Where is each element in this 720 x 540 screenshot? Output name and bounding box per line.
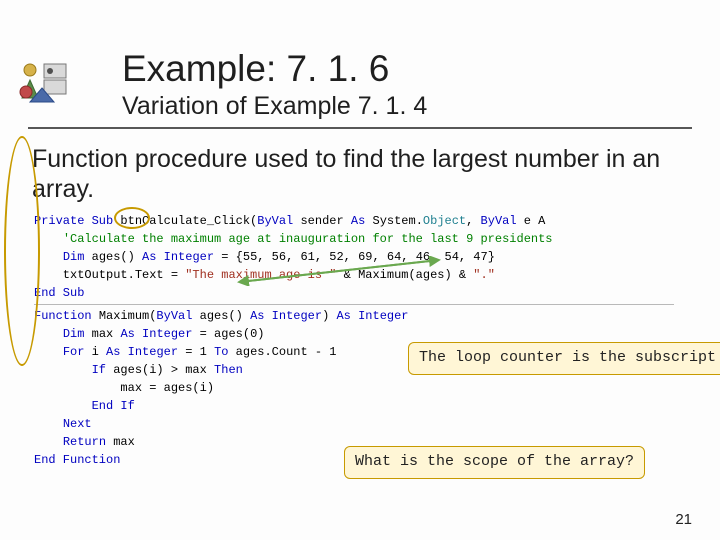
slide-title: Example: 7. 1. 6: [122, 48, 692, 90]
slide-logo-icon: [14, 58, 70, 114]
code-block: Private Sub btnCalculate_Click(ByVal sen…: [34, 212, 720, 469]
callout-loop-counter: The loop counter is the subscript: [408, 342, 720, 375]
slide-subtitle: Variation of Example 7. 1. 4: [122, 92, 692, 127]
callout-scope: What is the scope of the array?: [344, 446, 645, 479]
page-number: 21: [675, 511, 692, 528]
highlight-ellipse-btn: [114, 207, 150, 229]
body-paragraph: Function procedure used to find the larg…: [0, 129, 720, 208]
highlight-ellipse-left: [4, 136, 40, 366]
